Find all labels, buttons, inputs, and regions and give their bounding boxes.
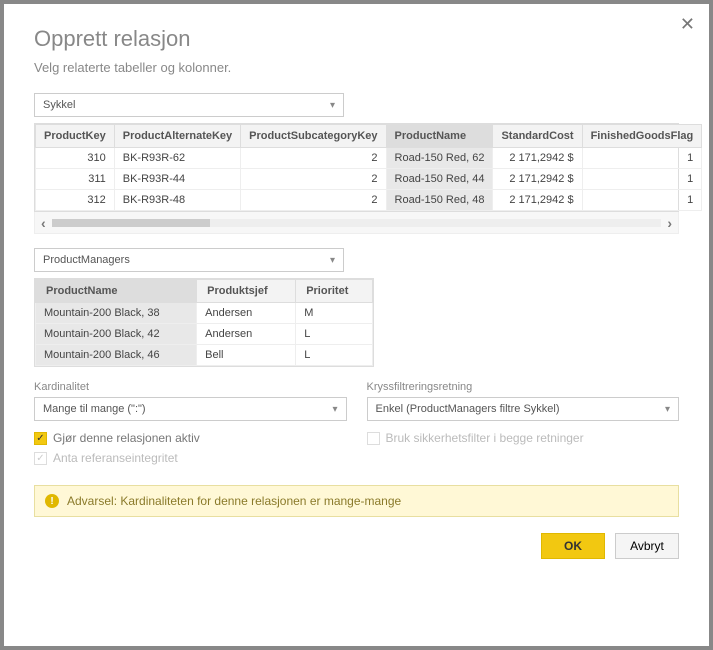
cell-selected: Mountain-200 Black, 42 bbox=[36, 324, 197, 345]
table2-header[interactable]: Produktsjef bbox=[197, 280, 296, 303]
table1-header[interactable]: ProductSubcategoryKey bbox=[241, 125, 386, 148]
cell: L bbox=[296, 324, 373, 345]
create-relationship-dialog: ✕ Opprett relasjon Velg relaterte tabell… bbox=[4, 4, 709, 646]
cell: 310 bbox=[36, 148, 115, 169]
table-row[interactable]: Mountain-200 Black, 38AndersenM bbox=[36, 303, 373, 324]
cell: 2 171,2942 $ bbox=[493, 190, 582, 211]
checkbox-icon: ✓ bbox=[34, 452, 47, 465]
table2-header[interactable]: Prioritet bbox=[296, 280, 373, 303]
crossfilter-select[interactable]: Enkel (ProductManagers filtre Sykkel) ▾ bbox=[367, 397, 680, 421]
checkbox-icon bbox=[367, 432, 380, 445]
cell: BK-R93R-48 bbox=[114, 190, 240, 211]
table1-hscroll[interactable]: ‹ › bbox=[34, 212, 679, 234]
make-active-label: Gjør denne relasjonen aktiv bbox=[53, 431, 200, 445]
table-row[interactable]: Mountain-200 Black, 42AndersenL bbox=[36, 324, 373, 345]
cell: 311 bbox=[36, 169, 115, 190]
referential-integrity-label: Anta referanseintegritet bbox=[53, 451, 178, 465]
scroll-left-icon[interactable]: ‹ bbox=[41, 215, 46, 231]
chevron-down-icon: ▾ bbox=[665, 404, 670, 415]
table2-select[interactable]: ProductManagers ▾ bbox=[34, 248, 344, 272]
table2-select-value: ProductManagers bbox=[43, 254, 130, 266]
table1: ProductKey ProductAlternateKey ProductSu… bbox=[35, 124, 702, 211]
cardinality-select[interactable]: Mange til mange (":") ▾ bbox=[34, 397, 347, 421]
cell: 2 bbox=[241, 169, 386, 190]
cell: BK-R93R-44 bbox=[114, 169, 240, 190]
cell-selected: Mountain-200 Black, 46 bbox=[36, 345, 197, 366]
cardinality-label: Kardinalitet bbox=[34, 381, 347, 393]
make-active-checkbox[interactable]: ✓ Gjør denne relasjonen aktiv bbox=[34, 431, 347, 445]
table-row[interactable]: 312BK-R93R-482Road-150 Red, 482 171,2942… bbox=[36, 190, 702, 211]
crossfilter-value: Enkel (ProductManagers filtre Sykkel) bbox=[376, 403, 560, 415]
dialog-footer: OK Avbryt bbox=[34, 533, 679, 559]
warning-text: Advarsel: Kardinaliteten for denne relas… bbox=[67, 494, 401, 508]
chevron-down-icon: ▾ bbox=[330, 255, 335, 266]
cancel-button[interactable]: Avbryt bbox=[615, 533, 679, 559]
cell: 2 bbox=[241, 190, 386, 211]
security-filter-label: Bruk sikkerhetsfilter i begge retninger bbox=[386, 431, 584, 445]
cell: Bell bbox=[197, 345, 296, 366]
scroll-thumb[interactable] bbox=[52, 219, 211, 227]
chevron-down-icon: ▾ bbox=[330, 100, 335, 111]
referential-integrity-checkbox: ✓ Anta referanseintegritet bbox=[34, 451, 347, 465]
table2: ProductName Produktsjef Prioritet Mounta… bbox=[35, 279, 373, 366]
cell: 2 171,2942 $ bbox=[493, 148, 582, 169]
scroll-right-icon[interactable]: › bbox=[667, 215, 672, 231]
security-filter-checkbox: Bruk sikkerhetsfilter i begge retninger bbox=[367, 431, 680, 445]
table1-header[interactable]: ProductKey bbox=[36, 125, 115, 148]
cell: L bbox=[296, 345, 373, 366]
cardinality-value: Mange til mange (":") bbox=[43, 403, 146, 415]
table-row[interactable]: Mountain-200 Black, 46BellL bbox=[36, 345, 373, 366]
cell: Andersen bbox=[197, 324, 296, 345]
warning-banner: ! Advarsel: Kardinaliteten for denne rel… bbox=[34, 485, 679, 517]
cell: BK-R93R-62 bbox=[114, 148, 240, 169]
cell: 2 bbox=[241, 148, 386, 169]
cell-selected: Mountain-200 Black, 38 bbox=[36, 303, 197, 324]
cell-selected: Road-150 Red, 62 bbox=[386, 148, 493, 169]
cell: 2 171,2942 $ bbox=[493, 169, 582, 190]
cell-selected: Road-150 Red, 48 bbox=[386, 190, 493, 211]
cell: 312 bbox=[36, 190, 115, 211]
table-row[interactable]: 311BK-R93R-442Road-150 Red, 442 171,2942… bbox=[36, 169, 702, 190]
table1-select-value: Sykkel bbox=[43, 99, 75, 111]
ok-button[interactable]: OK bbox=[541, 533, 605, 559]
table1-header[interactable]: FinishedGoodsFlag bbox=[582, 125, 702, 148]
cell-selected: Road-150 Red, 44 bbox=[386, 169, 493, 190]
warning-icon: ! bbox=[45, 494, 59, 508]
cell: 1 bbox=[582, 190, 702, 211]
close-icon[interactable]: ✕ bbox=[680, 14, 695, 35]
table2-wrap: ProductName Produktsjef Prioritet Mounta… bbox=[34, 278, 374, 367]
scroll-track[interactable] bbox=[52, 219, 662, 227]
table-row[interactable]: 310BK-R93R-622Road-150 Red, 622 171,2942… bbox=[36, 148, 702, 169]
table1-wrap: ProductKey ProductAlternateKey ProductSu… bbox=[34, 123, 679, 212]
table1-header[interactable]: ProductAlternateKey bbox=[114, 125, 240, 148]
cell: 1 bbox=[582, 169, 702, 190]
dialog-subtitle: Velg relaterte tabeller og kolonner. bbox=[34, 60, 679, 75]
cell: 1 bbox=[582, 148, 702, 169]
table1-header-selected[interactable]: ProductName bbox=[386, 125, 493, 148]
chevron-down-icon: ▾ bbox=[332, 404, 337, 415]
checkbox-icon: ✓ bbox=[34, 432, 47, 445]
table1-select[interactable]: Sykkel ▾ bbox=[34, 93, 344, 117]
table1-header[interactable]: StandardCost bbox=[493, 125, 582, 148]
dialog-title: Opprett relasjon bbox=[34, 26, 679, 52]
crossfilter-label: Kryssfiltreringsretning bbox=[367, 381, 680, 393]
cell: M bbox=[296, 303, 373, 324]
cell: Andersen bbox=[197, 303, 296, 324]
table2-header-selected[interactable]: ProductName bbox=[36, 280, 197, 303]
